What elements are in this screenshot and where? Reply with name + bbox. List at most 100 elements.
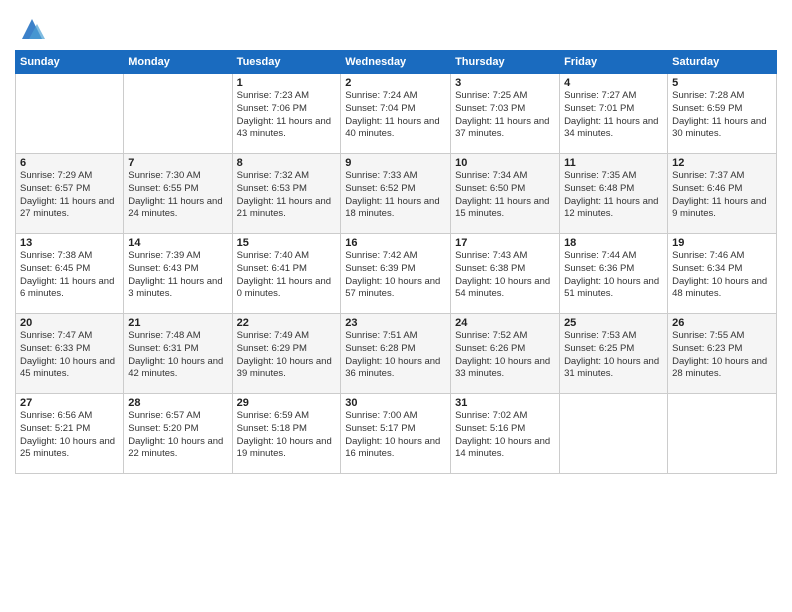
calendar-cell: 28Sunrise: 6:57 AM Sunset: 5:20 PM Dayli… xyxy=(124,394,232,474)
day-info: Sunrise: 7:34 AM Sunset: 6:50 PM Dayligh… xyxy=(455,170,555,221)
calendar-cell: 22Sunrise: 7:49 AM Sunset: 6:29 PM Dayli… xyxy=(232,314,341,394)
day-number: 24 xyxy=(455,317,555,329)
day-info: Sunrise: 7:44 AM Sunset: 6:36 PM Dayligh… xyxy=(564,250,663,301)
calendar-cell: 31Sunrise: 7:02 AM Sunset: 5:16 PM Dayli… xyxy=(451,394,560,474)
weekday-header-row: SundayMondayTuesdayWednesdayThursdayFrid… xyxy=(16,51,777,74)
calendar-week-5: 27Sunrise: 6:56 AM Sunset: 5:21 PM Dayli… xyxy=(16,394,777,474)
logo xyxy=(15,14,47,44)
day-info: Sunrise: 7:40 AM Sunset: 6:41 PM Dayligh… xyxy=(237,250,337,301)
calendar-cell: 18Sunrise: 7:44 AM Sunset: 6:36 PM Dayli… xyxy=(560,234,668,314)
day-number: 26 xyxy=(672,317,772,329)
day-number: 7 xyxy=(128,157,227,169)
day-info: Sunrise: 7:32 AM Sunset: 6:53 PM Dayligh… xyxy=(237,170,337,221)
calendar-cell: 16Sunrise: 7:42 AM Sunset: 6:39 PM Dayli… xyxy=(341,234,451,314)
calendar-cell: 20Sunrise: 7:47 AM Sunset: 6:33 PM Dayli… xyxy=(16,314,124,394)
calendar-cell: 5Sunrise: 7:28 AM Sunset: 6:59 PM Daylig… xyxy=(668,74,777,154)
day-number: 21 xyxy=(128,317,227,329)
day-info: Sunrise: 7:02 AM Sunset: 5:16 PM Dayligh… xyxy=(455,410,555,461)
day-number: 12 xyxy=(672,157,772,169)
weekday-header-tuesday: Tuesday xyxy=(232,51,341,74)
day-number: 2 xyxy=(345,77,446,89)
calendar-week-1: 1Sunrise: 7:23 AM Sunset: 7:06 PM Daylig… xyxy=(16,74,777,154)
day-info: Sunrise: 7:00 AM Sunset: 5:17 PM Dayligh… xyxy=(345,410,446,461)
weekday-header-thursday: Thursday xyxy=(451,51,560,74)
day-number: 6 xyxy=(20,157,119,169)
day-info: Sunrise: 7:52 AM Sunset: 6:26 PM Dayligh… xyxy=(455,330,555,381)
calendar-cell: 7Sunrise: 7:30 AM Sunset: 6:55 PM Daylig… xyxy=(124,154,232,234)
calendar-cell xyxy=(668,394,777,474)
calendar-cell: 13Sunrise: 7:38 AM Sunset: 6:45 PM Dayli… xyxy=(16,234,124,314)
calendar-cell: 19Sunrise: 7:46 AM Sunset: 6:34 PM Dayli… xyxy=(668,234,777,314)
day-number: 5 xyxy=(672,77,772,89)
calendar-cell: 8Sunrise: 7:32 AM Sunset: 6:53 PM Daylig… xyxy=(232,154,341,234)
weekday-header-friday: Friday xyxy=(560,51,668,74)
day-number: 3 xyxy=(455,77,555,89)
calendar-cell: 4Sunrise: 7:27 AM Sunset: 7:01 PM Daylig… xyxy=(560,74,668,154)
day-number: 29 xyxy=(237,397,337,409)
calendar-week-2: 6Sunrise: 7:29 AM Sunset: 6:57 PM Daylig… xyxy=(16,154,777,234)
day-number: 14 xyxy=(128,237,227,249)
day-number: 23 xyxy=(345,317,446,329)
weekday-header-wednesday: Wednesday xyxy=(341,51,451,74)
day-number: 16 xyxy=(345,237,446,249)
calendar-cell: 17Sunrise: 7:43 AM Sunset: 6:38 PM Dayli… xyxy=(451,234,560,314)
calendar-cell xyxy=(124,74,232,154)
weekday-header-sunday: Sunday xyxy=(16,51,124,74)
day-number: 9 xyxy=(345,157,446,169)
calendar-cell: 10Sunrise: 7:34 AM Sunset: 6:50 PM Dayli… xyxy=(451,154,560,234)
day-info: Sunrise: 7:49 AM Sunset: 6:29 PM Dayligh… xyxy=(237,330,337,381)
day-info: Sunrise: 7:51 AM Sunset: 6:28 PM Dayligh… xyxy=(345,330,446,381)
day-info: Sunrise: 7:35 AM Sunset: 6:48 PM Dayligh… xyxy=(564,170,663,221)
day-number: 18 xyxy=(564,237,663,249)
calendar-cell: 3Sunrise: 7:25 AM Sunset: 7:03 PM Daylig… xyxy=(451,74,560,154)
day-info: Sunrise: 7:33 AM Sunset: 6:52 PM Dayligh… xyxy=(345,170,446,221)
day-info: Sunrise: 6:57 AM Sunset: 5:20 PM Dayligh… xyxy=(128,410,227,461)
day-number: 4 xyxy=(564,77,663,89)
calendar-cell: 9Sunrise: 7:33 AM Sunset: 6:52 PM Daylig… xyxy=(341,154,451,234)
calendar-cell xyxy=(16,74,124,154)
day-number: 13 xyxy=(20,237,119,249)
day-number: 17 xyxy=(455,237,555,249)
day-number: 19 xyxy=(672,237,772,249)
day-number: 15 xyxy=(237,237,337,249)
calendar-cell: 6Sunrise: 7:29 AM Sunset: 6:57 PM Daylig… xyxy=(16,154,124,234)
day-info: Sunrise: 6:56 AM Sunset: 5:21 PM Dayligh… xyxy=(20,410,119,461)
calendar-cell: 25Sunrise: 7:53 AM Sunset: 6:25 PM Dayli… xyxy=(560,314,668,394)
day-number: 8 xyxy=(237,157,337,169)
day-info: Sunrise: 7:38 AM Sunset: 6:45 PM Dayligh… xyxy=(20,250,119,301)
day-info: Sunrise: 7:25 AM Sunset: 7:03 PM Dayligh… xyxy=(455,90,555,141)
calendar-cell: 29Sunrise: 6:59 AM Sunset: 5:18 PM Dayli… xyxy=(232,394,341,474)
day-info: Sunrise: 7:48 AM Sunset: 6:31 PM Dayligh… xyxy=(128,330,227,381)
day-number: 27 xyxy=(20,397,119,409)
calendar-table: SundayMondayTuesdayWednesdayThursdayFrid… xyxy=(15,50,777,474)
calendar-cell: 2Sunrise: 7:24 AM Sunset: 7:04 PM Daylig… xyxy=(341,74,451,154)
calendar-cell: 21Sunrise: 7:48 AM Sunset: 6:31 PM Dayli… xyxy=(124,314,232,394)
calendar-cell: 12Sunrise: 7:37 AM Sunset: 6:46 PM Dayli… xyxy=(668,154,777,234)
weekday-header-saturday: Saturday xyxy=(668,51,777,74)
day-info: Sunrise: 7:30 AM Sunset: 6:55 PM Dayligh… xyxy=(128,170,227,221)
calendar-cell: 15Sunrise: 7:40 AM Sunset: 6:41 PM Dayli… xyxy=(232,234,341,314)
day-info: Sunrise: 7:37 AM Sunset: 6:46 PM Dayligh… xyxy=(672,170,772,221)
logo-icon xyxy=(17,14,47,44)
day-number: 11 xyxy=(564,157,663,169)
day-number: 10 xyxy=(455,157,555,169)
calendar-cell xyxy=(560,394,668,474)
day-info: Sunrise: 7:53 AM Sunset: 6:25 PM Dayligh… xyxy=(564,330,663,381)
calendar-cell: 27Sunrise: 6:56 AM Sunset: 5:21 PM Dayli… xyxy=(16,394,124,474)
calendar-cell: 24Sunrise: 7:52 AM Sunset: 6:26 PM Dayli… xyxy=(451,314,560,394)
day-info: Sunrise: 6:59 AM Sunset: 5:18 PM Dayligh… xyxy=(237,410,337,461)
day-info: Sunrise: 7:42 AM Sunset: 6:39 PM Dayligh… xyxy=(345,250,446,301)
day-number: 31 xyxy=(455,397,555,409)
day-number: 1 xyxy=(237,77,337,89)
day-number: 20 xyxy=(20,317,119,329)
day-info: Sunrise: 7:29 AM Sunset: 6:57 PM Dayligh… xyxy=(20,170,119,221)
calendar-cell: 1Sunrise: 7:23 AM Sunset: 7:06 PM Daylig… xyxy=(232,74,341,154)
day-number: 28 xyxy=(128,397,227,409)
calendar-cell: 26Sunrise: 7:55 AM Sunset: 6:23 PM Dayli… xyxy=(668,314,777,394)
day-info: Sunrise: 7:39 AM Sunset: 6:43 PM Dayligh… xyxy=(128,250,227,301)
day-number: 25 xyxy=(564,317,663,329)
calendar-cell: 14Sunrise: 7:39 AM Sunset: 6:43 PM Dayli… xyxy=(124,234,232,314)
calendar-cell: 11Sunrise: 7:35 AM Sunset: 6:48 PM Dayli… xyxy=(560,154,668,234)
day-info: Sunrise: 7:46 AM Sunset: 6:34 PM Dayligh… xyxy=(672,250,772,301)
day-info: Sunrise: 7:24 AM Sunset: 7:04 PM Dayligh… xyxy=(345,90,446,141)
